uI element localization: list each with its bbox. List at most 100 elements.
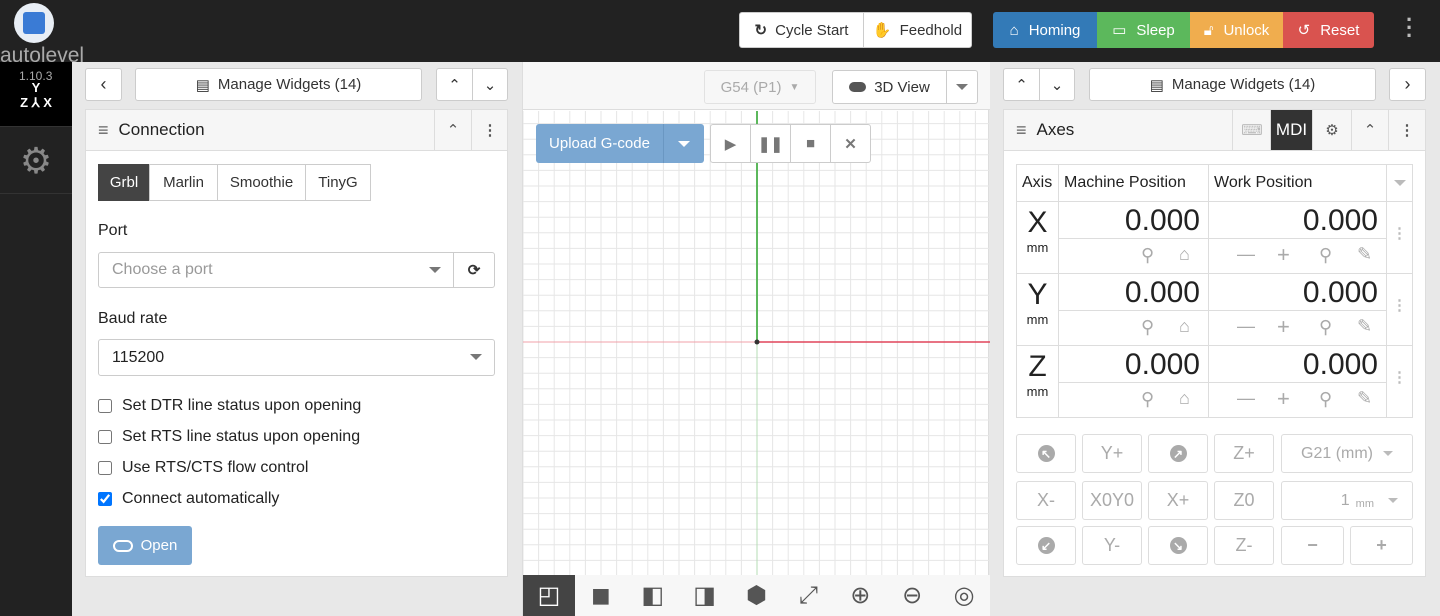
go-to-zero-icon[interactable]: ⚲ <box>1319 317 1332 338</box>
mdi-button[interactable]: MDI <box>1270 110 1312 150</box>
sidebar-item-workspace[interactable]: 1.10.3 YZ ⅄ X <box>0 62 72 127</box>
camera-mode-button[interactable]: ◎ <box>938 575 990 616</box>
increase-step-button[interactable]: + <box>1350 526 1413 565</box>
pause-button[interactable]: ❚❚ <box>750 124 791 163</box>
go-to-z0-button[interactable]: Z0 <box>1214 481 1274 520</box>
run-button[interactable]: ▶ <box>710 124 751 163</box>
jog-xminus-yplus-button[interactable]: ↖ <box>1016 434 1076 473</box>
sidebar-item-settings[interactable]: ⚙ <box>0 128 72 194</box>
edit-icon[interactable]: ✎ <box>1357 388 1372 409</box>
home-icon[interactable]: ⌂ <box>1179 316 1190 337</box>
jog-step-select[interactable]: 1 mm <box>1281 481 1413 520</box>
jog-xplus-button[interactable]: X+ <box>1148 481 1208 520</box>
baud-rate-select[interactable]: 115200 <box>98 339 495 376</box>
jog-yplus-button[interactable]: Y+ <box>1082 434 1142 473</box>
checkbox[interactable] <box>98 399 112 413</box>
3d-view-button[interactable]: ◰ <box>523 575 575 616</box>
upload-gcode-button[interactable]: Upload G-code <box>536 124 663 163</box>
edit-icon[interactable]: ✎ <box>1357 244 1372 265</box>
close-gcode-button[interactable]: ✕ <box>830 124 871 163</box>
3d-view-toggle[interactable]: 3D View <box>832 70 947 104</box>
open-connection-button[interactable]: Open <box>98 526 192 565</box>
more-menu-icon[interactable]: · · · <box>1406 9 1413 47</box>
widget-menu-button[interactable]: ⋮ <box>1388 110 1425 150</box>
controller-tab-tinyg[interactable]: TinyG <box>305 164 371 201</box>
manage-widgets-left-button[interactable]: ▤ Manage Widgets (14) <box>135 68 422 101</box>
option-checkbox-1[interactable]: Set RTS line status upon opening <box>98 428 360 446</box>
left-side-view-button[interactable]: ⬢ <box>731 575 783 616</box>
collapse-left-button[interactable]: ‹ <box>85 68 122 101</box>
go-to-x0y0-button[interactable]: X0Y0 <box>1082 481 1142 520</box>
view-options-dropdown[interactable] <box>946 70 978 104</box>
collapse-right-button[interactable]: › <box>1389 68 1426 101</box>
scroll-down-left-button[interactable]: ⌄ <box>472 68 508 101</box>
stop-button[interactable]: ■ <box>790 124 831 163</box>
go-to-zero-icon[interactable]: ⚲ <box>1141 389 1154 410</box>
jog-xplus-yplus-button[interactable]: ↗ <box>1148 434 1208 473</box>
collapse-button[interactable]: ⌃ <box>1351 110 1388 150</box>
decrease-step-button[interactable]: − <box>1281 526 1344 565</box>
scroll-up-left-button[interactable]: ⌃ <box>436 68 473 101</box>
axis-menu-cell[interactable]: ⋮ <box>1386 201 1413 274</box>
refresh-ports-button[interactable]: ⟳ <box>453 252 495 288</box>
jog-xplus-yminus-button[interactable]: ↘ <box>1148 526 1208 565</box>
edit-icon[interactable]: ✎ <box>1357 316 1372 337</box>
jog-xminus-yminus-button[interactable]: ↙ <box>1016 526 1076 565</box>
minus-icon[interactable]: — <box>1237 388 1255 409</box>
zoom-out-button[interactable]: ⊖ <box>886 575 938 616</box>
feedhold-button[interactable]: ✋ Feedhold <box>863 12 972 48</box>
home-icon[interactable]: ⌂ <box>1179 388 1190 409</box>
home-icon[interactable]: ⌂ <box>1179 244 1190 265</box>
plus-icon[interactable]: + <box>1277 242 1290 268</box>
checkbox[interactable] <box>98 430 112 444</box>
fit-view-button[interactable]: ⤢ <box>782 575 834 616</box>
jog-zplus-button[interactable]: Z+ <box>1214 434 1274 473</box>
plus-icon[interactable]: + <box>1277 314 1290 340</box>
jog-xminus-button[interactable]: X- <box>1016 481 1076 520</box>
drag-handle-icon[interactable]: ≡ <box>1016 120 1027 141</box>
settings-button[interactable]: ⚙ <box>1312 110 1351 150</box>
checkbox[interactable] <box>98 492 112 506</box>
unlock-button[interactable]: 🔓︎ Unlock <box>1190 12 1283 48</box>
reset-button[interactable]: ↺ Reset <box>1283 12 1374 48</box>
option-checkbox-2[interactable]: Use RTS/CTS flow control <box>98 459 308 477</box>
controller-tab-smoothie[interactable]: Smoothie <box>217 164 306 201</box>
go-to-zero-icon[interactable]: ⚲ <box>1141 317 1154 338</box>
scroll-up-right-button[interactable]: ⌃ <box>1003 68 1040 101</box>
go-to-zero-icon[interactable]: ⚲ <box>1319 389 1332 410</box>
upload-dropdown-button[interactable] <box>663 124 704 163</box>
collapse-button[interactable]: ⌃ <box>434 110 471 150</box>
homing-button[interactable]: ⌂ Homing <box>993 12 1097 48</box>
widget-menu-button[interactable]: ⋮ <box>471 110 508 150</box>
top-view-button[interactable]: ◼ <box>575 575 627 616</box>
sleep-button[interactable]: ▭ Sleep <box>1097 12 1190 48</box>
app-logo[interactable] <box>14 3 54 43</box>
jog-yminus-button[interactable]: Y- <box>1082 526 1142 565</box>
controller-tab-grbl[interactable]: Grbl <box>98 164 150 201</box>
axes-options-dropdown[interactable] <box>1386 164 1413 202</box>
controller-tab-marlin[interactable]: Marlin <box>149 164 218 201</box>
go-to-zero-icon[interactable]: ⚲ <box>1319 245 1332 266</box>
cycle-start-button[interactable]: ↻ Cycle Start <box>739 12 864 48</box>
drag-handle-icon[interactable]: ≡ <box>98 120 109 141</box>
right-side-view-button[interactable]: ◨ <box>679 575 731 616</box>
option-checkbox-3[interactable]: Connect automatically <box>98 490 279 508</box>
minus-icon[interactable]: — <box>1237 316 1255 337</box>
units-select[interactable]: G21 (mm) <box>1281 434 1413 473</box>
port-select[interactable]: Choose a port <box>98 252 454 288</box>
checkbox[interactable] <box>98 461 112 475</box>
keypad-button[interactable]: ⌨ <box>1232 110 1271 150</box>
scroll-down-right-button[interactable]: ⌄ <box>1039 68 1075 101</box>
axis-menu-cell[interactable]: ⋮ <box>1386 345 1413 418</box>
front-view-button[interactable]: ◧ <box>627 575 679 616</box>
jog-zminus-button[interactable]: Z- <box>1214 526 1274 565</box>
wcs-select[interactable]: G54 (P1) ▼ <box>704 70 816 104</box>
go-to-zero-icon[interactable]: ⚲ <box>1141 245 1154 266</box>
plus-icon[interactable]: + <box>1277 386 1290 412</box>
option-checkbox-0[interactable]: Set DTR line status upon opening <box>98 397 361 415</box>
zoom-in-button[interactable]: ⊕ <box>834 575 886 616</box>
minus-icon[interactable]: — <box>1237 244 1255 265</box>
axis-menu-cell[interactable]: ⋮ <box>1386 273 1413 346</box>
3d-visualizer-canvas[interactable] <box>523 111 990 575</box>
manage-widgets-right-button[interactable]: ▤ Manage Widgets (14) <box>1089 68 1376 101</box>
